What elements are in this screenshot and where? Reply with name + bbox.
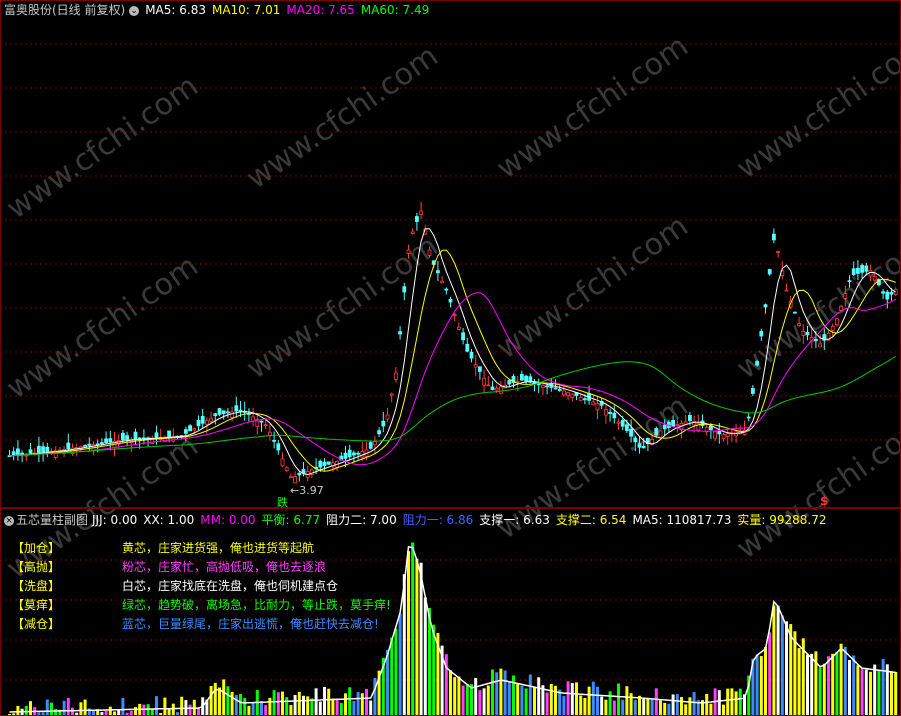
balance-label: 平衡: 6.77 [261,513,321,527]
support1-label: 支撑一: 6.63 [479,513,550,527]
real-volume-label: 实量: 99288.72 [737,513,827,527]
legend-key: 【高抛】 [12,560,61,574]
legend-text: 绿芯，趋势破，离场急，比耐力，等止跌，莫手痒! [122,598,391,612]
legend-text: 白芯，庄家找底在洗盘，俺也伺机建点仓 [122,579,339,593]
resistance2-label: 阻力二: 7.00 [326,513,397,527]
low-price-value: 3.97 [299,484,324,497]
fall-signal: 跌 [277,496,288,509]
main-chart-header: 富奥股份(日线 前复权) ⌄ MA5: 6.83 MA10: 7.01 MA20: 7.… [4,3,435,17]
legend-text: 粉芯，庄家忙，高抛低吸，俺也去逐浪 [122,560,327,574]
legend-row-wait: 【莫痒】 绿芯，趋势破，离场急，比耐力，等止跌，莫手痒! [12,598,391,612]
low-price-label: ←3.97 [290,484,324,497]
legend-row-add: 【加仓】 黄芯，庄家进货强，俺也进货等起航 [12,541,314,555]
close-icon[interactable]: × [4,515,14,526]
support2-label: 支撑二: 6.54 [555,513,627,527]
legend-key: 【减仓】 [12,617,61,631]
volume-header: × 五芯量柱副图 JJJ: 0.00 XX: 1.00 MM: 0.00 平衡: 6.77… [4,513,833,527]
legend-row-reduce: 【减仓】 蓝芯，巨量绿尾，庄家出逃慌，俺也赶快去减仓! [12,617,379,631]
ma20-label: MA20: 7.65 [286,3,355,17]
main-chart-panel [0,0,901,508]
ma10-label: MA10: 7.01 [211,3,281,17]
ma60-label: MA60: 7.49 [360,3,430,17]
legend-key: 【莫痒】 [12,598,61,612]
vol-ma5-label: MA5: 110817.73 [632,513,732,527]
jjj-label: JJJ: 0.00 [92,513,138,527]
legend-text: 黄芯，庄家进货强，俺也进货等起航 [122,541,315,555]
stock-title: 富奥股份(日线 前复权) [4,3,126,17]
legend-text: 蓝芯，巨量绿尾，庄家出逃慌，俺也赶快去减仓! [122,617,379,631]
legend-row-wash: 【洗盘】 白芯，庄家找底在洗盘，俺也伺机建点仓 [12,579,338,593]
volume-panel [0,508,901,716]
dollar-signal: $ [820,494,829,508]
xx-label: XX: 1.00 [143,513,195,527]
settings-icon[interactable]: ⌄ [129,5,140,16]
mm-label: MM: 0.00 [200,513,256,527]
legend-key: 【加仓】 [12,541,61,555]
legend-row-sell-high: 【高抛】 粉芯，庄家忙，高抛低吸，俺也去逐浪 [12,560,326,574]
resistance1-label: 阻力一: 6.86 [402,513,474,527]
legend-key: 【洗盘】 [12,579,61,593]
ma5-label: MA5: 6.83 [145,3,206,17]
volume-title: 五芯量柱副图 [16,513,89,527]
